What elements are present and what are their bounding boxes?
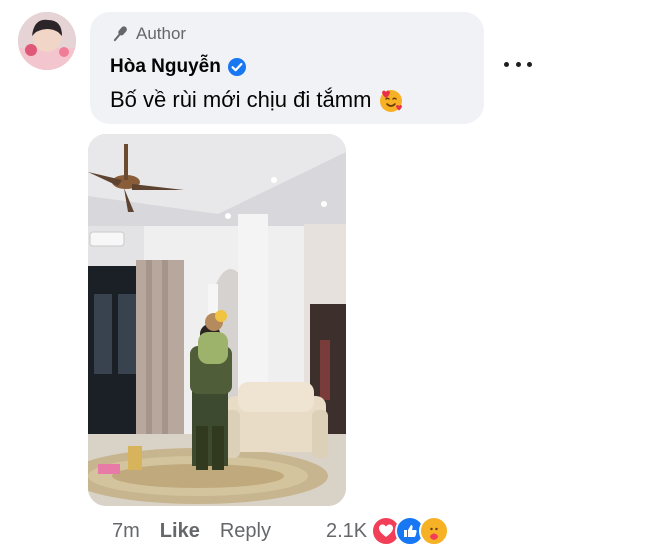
- verified-badge-icon: [227, 58, 246, 76]
- reply-button[interactable]: Reply: [220, 520, 271, 543]
- more-options-button[interactable]: [504, 54, 532, 74]
- author-badge: Author: [110, 24, 186, 44]
- comment-bubble: Author Hòa Nguyễn Bố về rùi mới chịu đi …: [90, 12, 484, 124]
- more-dot-icon: [527, 61, 532, 67]
- comment-text: Bố về rùi mới chịu đi tắmm: [110, 87, 372, 112]
- author-avatar[interactable]: [18, 12, 76, 70]
- avatar-image: [18, 12, 76, 70]
- comment-actions: 7m Like Reply: [112, 520, 307, 543]
- smiling-face-with-hearts-icon: [380, 90, 403, 112]
- comment-time[interactable]: 7m: [112, 520, 140, 543]
- more-dot-icon: [504, 61, 509, 67]
- photo-image: [88, 134, 346, 506]
- reaction-count: 2.1K: [326, 519, 368, 542]
- reactions-summary[interactable]: 2.1K: [326, 516, 450, 546]
- author-badge-label: Author: [136, 24, 187, 43]
- author-name[interactable]: Hòa Nguyễn: [110, 56, 221, 78]
- care-reaction-icon: [419, 516, 450, 546]
- more-dot-icon: [515, 61, 521, 67]
- like-button[interactable]: Like: [160, 520, 200, 543]
- comment-photo[interactable]: [88, 134, 346, 506]
- microphone-icon: [113, 26, 127, 42]
